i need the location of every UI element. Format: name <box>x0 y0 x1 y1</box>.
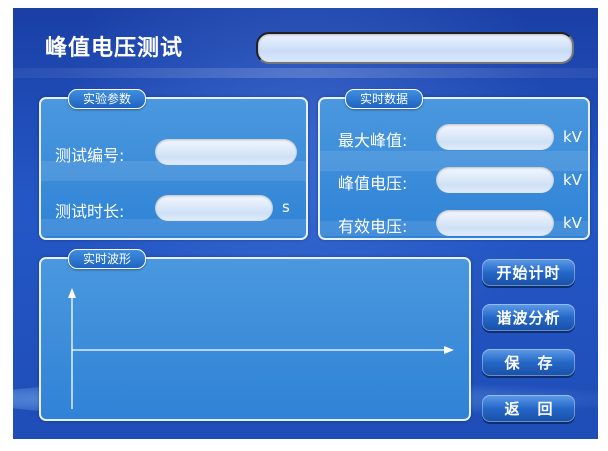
peak-voltage-display <box>436 167 554 193</box>
realtime-panel: 最大峰值: kV 峰值电压: kV 有效电压: kV <box>318 97 590 240</box>
test-id-input[interactable] <box>155 139 297 165</box>
peak-voltage-label: 峰值电压: <box>338 174 408 193</box>
start-timer-button[interactable]: 开始计时 <box>482 259 575 286</box>
decorative-band <box>13 68 598 78</box>
realtime-panel-tag: 实时数据 <box>345 89 424 109</box>
duration-label: 测试时长: <box>55 202 125 221</box>
peak-voltage-unit: kV <box>563 171 582 189</box>
test-id-label: 测试编号: <box>55 146 125 165</box>
x-axis-arrow-icon <box>444 346 454 354</box>
rms-voltage-label: 有效电压: <box>338 217 408 236</box>
page-title: 峰值电压测试 <box>45 36 184 61</box>
waveform-panel-tag: 实时波形 <box>68 249 147 269</box>
params-panel: 测试编号: 测试时长: s <box>39 97 308 240</box>
rms-voltage-unit: kV <box>563 214 582 232</box>
params-panel-tag: 实验参数 <box>68 89 147 109</box>
duration-unit: s <box>282 198 290 216</box>
back-button[interactable]: 返回 <box>482 395 575 422</box>
waveform-plot-area <box>68 288 454 409</box>
max-peak-unit: kV <box>563 128 582 146</box>
rms-voltage-display <box>436 210 554 236</box>
max-peak-display <box>436 124 554 150</box>
max-peak-label: 最大峰值: <box>338 131 408 150</box>
save-button[interactable]: 保存 <box>482 349 575 376</box>
duration-input[interactable] <box>155 195 273 221</box>
waveform-panel <box>39 257 471 421</box>
title-bar-display <box>256 32 574 64</box>
y-axis-arrow-icon <box>68 288 76 298</box>
harmonic-analysis-button[interactable]: 谐波分析 <box>482 304 575 331</box>
screen: 峰值电压测试 测试编号: 测试时长: s 实验参数 最大峰值: kV 峰值电压:… <box>13 8 598 439</box>
